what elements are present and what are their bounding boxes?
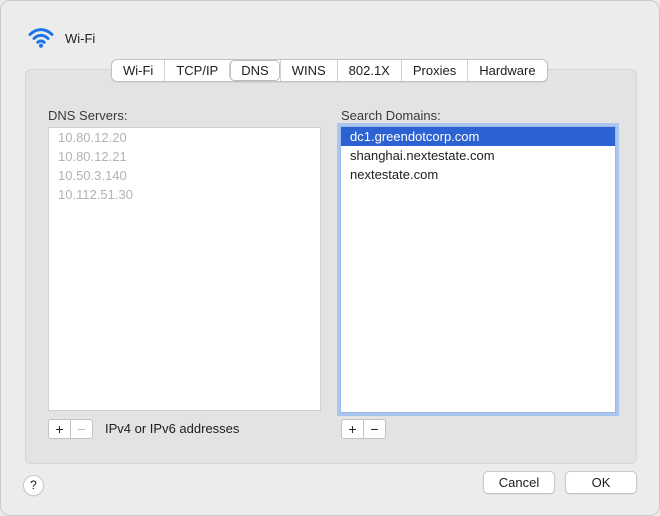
- tab-bar: Wi-Fi TCP/IP DNS WINS 802.1X Proxies Har…: [111, 59, 548, 82]
- dns-servers-label: DNS Servers:: [48, 108, 128, 123]
- search-domains-list[interactable]: dc1.greendotcorp.com shanghai.nextestate…: [340, 126, 616, 413]
- tab-wins[interactable]: WINS: [279, 60, 337, 81]
- tab-hardware[interactable]: Hardware: [467, 60, 546, 81]
- dns-servers-list[interactable]: 10.80.12.20 10.80.12.21 10.50.3.140 10.1…: [48, 127, 321, 411]
- list-item[interactable]: 10.50.3.140: [49, 166, 320, 185]
- list-item[interactable]: shanghai.nextestate.com: [341, 146, 615, 165]
- tab-wifi[interactable]: Wi-Fi: [112, 60, 164, 81]
- list-item[interactable]: 10.80.12.21: [49, 147, 320, 166]
- list-item[interactable]: dc1.greendotcorp.com: [341, 127, 615, 146]
- help-button[interactable]: ?: [23, 475, 44, 496]
- cancel-button[interactable]: Cancel: [483, 471, 555, 494]
- search-domains-label: Search Domains:: [341, 108, 441, 123]
- dns-hint-text: IPv4 or IPv6 addresses: [105, 421, 240, 436]
- list-item[interactable]: 10.112.51.30: [49, 185, 320, 204]
- search-domain-remove-button[interactable]: −: [363, 420, 385, 438]
- dns-add-remove-group: + −: [48, 419, 93, 439]
- wifi-icon: [28, 28, 54, 48]
- window-title: Wi-Fi: [65, 30, 96, 46]
- tab-tcpip[interactable]: TCP/IP: [164, 60, 229, 81]
- dns-remove-button[interactable]: −: [70, 420, 92, 438]
- list-item[interactable]: 10.80.12.20: [49, 128, 320, 147]
- tab-proxies[interactable]: Proxies: [400, 60, 467, 81]
- ok-button[interactable]: OK: [565, 471, 637, 494]
- search-add-remove-group: + −: [341, 419, 386, 439]
- tab-8021x[interactable]: 802.1X: [336, 60, 401, 81]
- tab-dns[interactable]: DNS: [229, 60, 280, 81]
- dns-add-button[interactable]: +: [49, 420, 70, 438]
- list-item[interactable]: nextestate.com: [341, 165, 615, 184]
- search-domain-add-button[interactable]: +: [342, 420, 363, 438]
- window-header: Wi-Fi: [27, 24, 95, 52]
